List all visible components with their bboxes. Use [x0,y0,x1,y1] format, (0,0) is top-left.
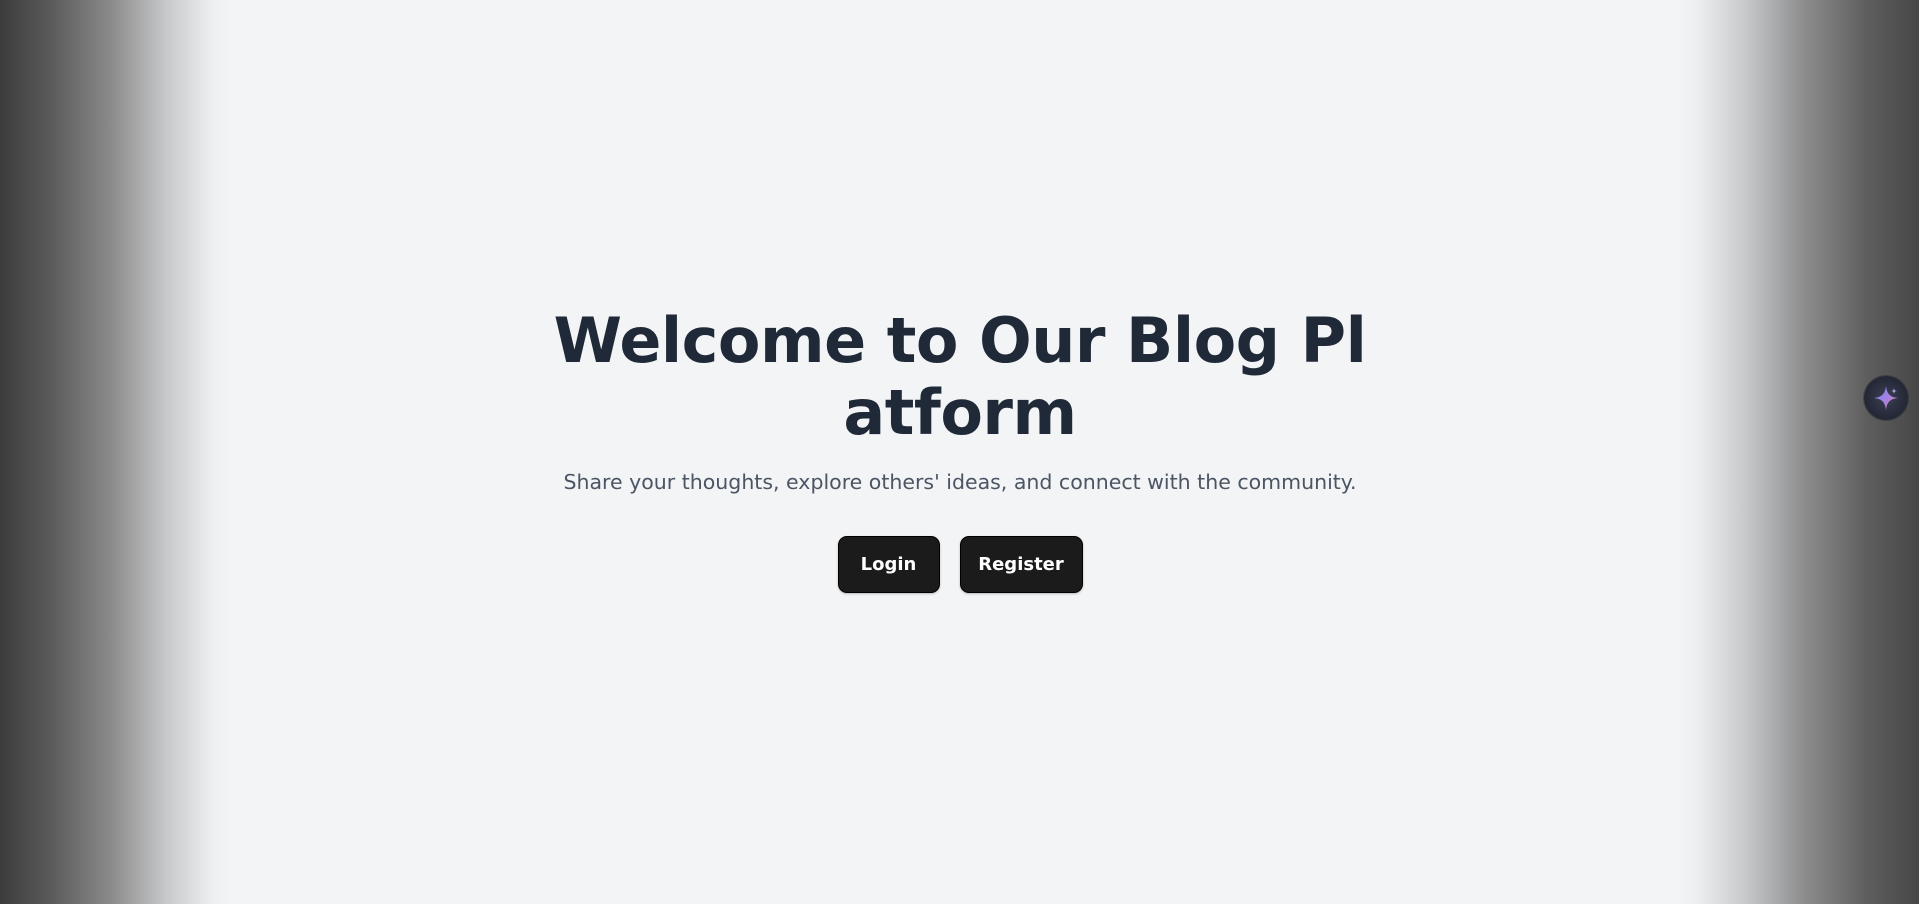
assistant-button[interactable] [1864,376,1908,420]
hero-section: Welcome to Our Blog Platform Share your … [540,305,1380,593]
hero-subtitle: Share your thoughts, explore others' ide… [563,470,1357,494]
left-edge-shade [0,0,230,904]
hero-title: Welcome to Our Blog Platform [553,304,1367,449]
landing-page: Welcome to Our Blog Platform Share your … [0,0,1919,904]
right-edge-shade [1679,0,1919,904]
sparkle-icon [1874,386,1898,410]
register-button[interactable]: Register [959,536,1083,593]
login-button[interactable]: Login [837,536,940,593]
auth-actions: Login Register [540,536,1380,593]
